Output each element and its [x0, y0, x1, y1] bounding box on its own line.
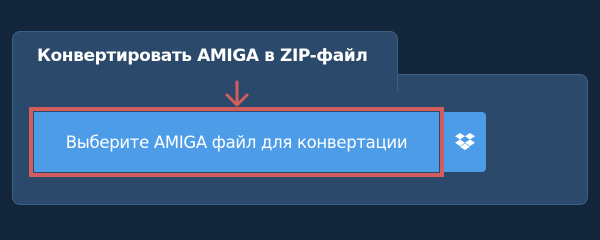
page-title: Конвертировать AMIGA в ZIP-файл [37, 46, 368, 66]
dropbox-button[interactable] [444, 112, 486, 172]
converter-tab: Конвертировать AMIGA в ZIP-файл [12, 31, 398, 91]
converter-page: Конвертировать AMIGA в ZIP-файл Выберите… [0, 0, 600, 230]
dropbox-icon [455, 133, 475, 150]
arrow-down-icon [225, 80, 249, 107]
select-file-button[interactable]: Выберите AMIGA файл для конвертации [34, 112, 439, 172]
